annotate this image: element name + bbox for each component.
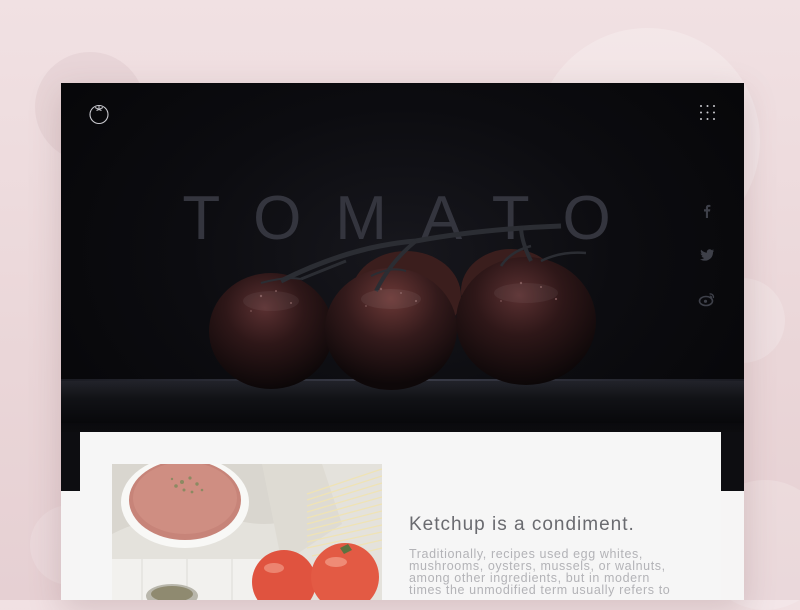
article-section: Ketchup is a condiment. Traditionally, r… — [80, 432, 721, 600]
article-heading: Ketchup is a condiment. — [409, 514, 635, 535]
weibo-icon[interactable] — [697, 289, 717, 309]
ketchup-food-photo — [112, 464, 382, 600]
hero-section: TOMATO — [61, 83, 744, 491]
tomatoes-photo — [209, 223, 596, 390]
grid-menu-icon[interactable] — [699, 104, 716, 121]
landing-page-card: TOMATO Ketchup is a condiment. Tradition… — [61, 83, 744, 600]
facebook-icon[interactable] — [697, 201, 717, 221]
article-body: Traditionally, recipes used egg whites, … — [409, 548, 709, 597]
tomato-logo-icon[interactable] — [87, 101, 111, 125]
social-links — [697, 201, 719, 333]
hero-side-shade — [721, 432, 744, 491]
twitter-icon[interactable] — [697, 245, 717, 265]
article-text: Ketchup is a condiment. Traditionally, r… — [409, 514, 709, 596]
article-body-line: times the unmodified term usually refers… — [409, 583, 671, 597]
hero-side-shade — [61, 432, 80, 491]
